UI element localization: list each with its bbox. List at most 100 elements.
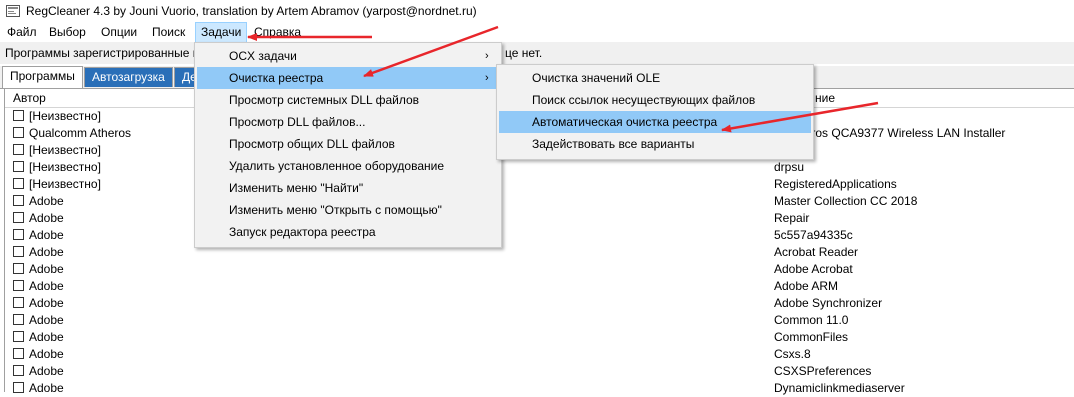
checkbox-icon[interactable] <box>13 161 24 172</box>
table-row[interactable]: [Неизвестно] RegisteredApplications <box>5 176 1074 193</box>
cell-description: Csxs.8 <box>774 347 811 361</box>
cell-description: CommonFiles <box>774 330 849 344</box>
checkbox-icon[interactable] <box>13 229 24 240</box>
table-row[interactable]: Adobe Master Collection CC 2018 <box>5 193 1074 210</box>
checkbox-icon[interactable] <box>13 382 24 393</box>
cell-author: Adobe <box>29 296 64 310</box>
chevron-right-icon: › <box>485 50 489 62</box>
menu-file[interactable]: Файл <box>2 23 42 42</box>
menu-item-label: Просмотр DLL файлов... <box>229 115 366 129</box>
checkbox-icon[interactable] <box>13 212 24 223</box>
menu-item-ocx-tasks[interactable]: OCX задачи › <box>197 45 499 67</box>
cell-author: Adobe <box>29 330 64 344</box>
cell-author: [Неизвестно] <box>29 160 101 174</box>
column-description[interactable]: ние <box>815 91 835 105</box>
cell-author: Adobe <box>29 381 64 395</box>
submenu-item-all-options[interactable]: Задействовать все варианты <box>499 133 811 155</box>
checkbox-icon[interactable] <box>13 127 24 138</box>
cell-author: Adobe <box>29 228 64 242</box>
registry-cleanup-submenu: Очистка значений OLE Поиск ссылок несуще… <box>496 64 814 160</box>
table-row[interactable]: Adobe 5c557a94335c <box>5 227 1074 244</box>
table-row[interactable]: Adobe Adobe Synchronizer <box>5 295 1074 312</box>
menu-search[interactable]: Поиск <box>147 23 190 42</box>
checkbox-icon[interactable] <box>13 280 24 291</box>
menu-item-label: Изменить меню "Открыть с помощью" <box>229 203 442 217</box>
menu-item-registry-editor[interactable]: Запуск редактора реестра <box>197 221 499 243</box>
info-text-left: Программы зарегистрированные в р <box>5 46 210 60</box>
cell-description: Common 11.0 <box>774 313 849 327</box>
table-row[interactable]: Adobe CSXSPreferences <box>5 363 1074 380</box>
cell-author: Adobe <box>29 279 64 293</box>
cell-description: Adobe Synchronizer <box>774 296 883 310</box>
checkbox-icon[interactable] <box>13 314 24 325</box>
menu-item-edit-open-with-menu[interactable]: Изменить меню "Открыть с помощью" <box>197 199 499 221</box>
checkbox-icon[interactable] <box>13 246 24 257</box>
menu-item-label: OCX задачи <box>229 49 297 63</box>
cell-author: [Неизвестно] <box>29 109 101 123</box>
menu-item-edit-find-menu[interactable]: Изменить меню "Найти" <box>197 177 499 199</box>
checkbox-icon[interactable] <box>13 144 24 155</box>
menu-item-system-dll[interactable]: Просмотр системных DLL файлов <box>197 89 499 111</box>
menu-item-registry-cleanup[interactable]: Очистка реестра › <box>197 67 499 89</box>
checkbox-icon[interactable] <box>13 365 24 376</box>
menu-item-shared-dll[interactable]: Просмотр общих DLL файлов <box>197 133 499 155</box>
checkbox-icon[interactable] <box>13 331 24 342</box>
submenu-item-ole-cleanup[interactable]: Очистка значений OLE <box>499 67 811 89</box>
checkbox-icon[interactable] <box>13 110 24 121</box>
submenu-item-auto-cleanup[interactable]: Автоматическая очистка реестра <box>499 111 811 133</box>
table-row[interactable]: [Неизвестно] drpsu <box>5 159 1074 176</box>
checkbox-icon[interactable] <box>13 195 24 206</box>
cell-author: Adobe <box>29 313 64 327</box>
chevron-right-icon: › <box>485 72 489 84</box>
cell-description: Dynamiclinkmediaserver <box>774 381 905 395</box>
tab-programs[interactable]: Программы <box>2 66 83 88</box>
cell-author: Qualcomm Atheros <box>29 126 132 140</box>
checkbox-icon[interactable] <box>13 297 24 308</box>
table-row[interactable]: Adobe Dynamiclinkmediaserver <box>5 380 1074 397</box>
tab-autostart[interactable]: Автозагрузка <box>84 67 173 87</box>
table-row[interactable]: Adobe Adobe ARM <box>5 278 1074 295</box>
menu-tasks[interactable]: Задачи <box>195 22 248 43</box>
table-row[interactable]: Adobe Acrobat Reader <box>5 244 1074 261</box>
cell-description: RegisteredApplications <box>774 177 897 191</box>
menu-item-label: Просмотр общих DLL файлов <box>229 137 395 151</box>
table-row[interactable]: Adobe CommonFiles <box>5 329 1074 346</box>
table-row[interactable]: Adobe Adobe Acrobat <box>5 261 1074 278</box>
cell-description: drpsu <box>774 160 805 174</box>
checkbox-icon[interactable] <box>13 263 24 274</box>
app-icon <box>6 5 20 17</box>
checkbox-icon[interactable] <box>13 178 24 189</box>
submenu-item-missing-files[interactable]: Поиск ссылок несуществующих файлов <box>499 89 811 111</box>
tasks-menu: OCX задачи › Очистка реестра › Просмотр … <box>194 42 502 248</box>
cell-author: Adobe <box>29 194 64 208</box>
cell-description: 5c557a94335c <box>774 228 853 242</box>
column-author[interactable]: Автор <box>13 91 46 105</box>
cell-author: [Неизвестно] <box>29 177 101 191</box>
submenu-item-label: Задействовать все варианты <box>532 137 695 151</box>
window-title: RegCleaner 4.3 by Jouni Vuorio, translat… <box>26 4 477 18</box>
table-row[interactable]: Adobe Csxs.8 <box>5 346 1074 363</box>
menu-item-label: Просмотр системных DLL файлов <box>229 93 420 107</box>
cell-description: Adobe Acrobat <box>774 262 853 276</box>
table-row[interactable]: Adobe Common 11.0 <box>5 312 1074 329</box>
menu-help[interactable]: Справка <box>249 23 306 42</box>
cell-author: [Неизвестно] <box>29 143 101 157</box>
cell-author: Adobe <box>29 211 64 225</box>
cell-author: Adobe <box>29 364 64 378</box>
table-row[interactable]: Adobe Repair <box>5 210 1074 227</box>
menu-item-label: Очистка реестра <box>229 71 324 85</box>
checkbox-icon[interactable] <box>13 348 24 359</box>
menu-select[interactable]: Выбор <box>44 23 91 42</box>
menu-item-label: Удалить установленное оборудование <box>229 159 445 173</box>
cell-author: Adobe <box>29 347 64 361</box>
menu-item-label: Изменить меню "Найти" <box>229 181 364 195</box>
menu-options[interactable]: Опции <box>96 23 142 42</box>
menu-item-dll-files[interactable]: Просмотр DLL файлов... <box>197 111 499 133</box>
cell-description: Adobe ARM <box>774 279 839 293</box>
cell-description: CSXSPreferences <box>774 364 872 378</box>
menu-item-label: Запуск редактора реестра <box>229 225 376 239</box>
cell-author: Adobe <box>29 262 64 276</box>
info-bar: Программы зарегистрированные в р це нет. <box>0 42 1074 64</box>
menu-item-remove-hardware[interactable]: Удалить установленное оборудование <box>197 155 499 177</box>
cell-description: Repair <box>774 211 810 225</box>
